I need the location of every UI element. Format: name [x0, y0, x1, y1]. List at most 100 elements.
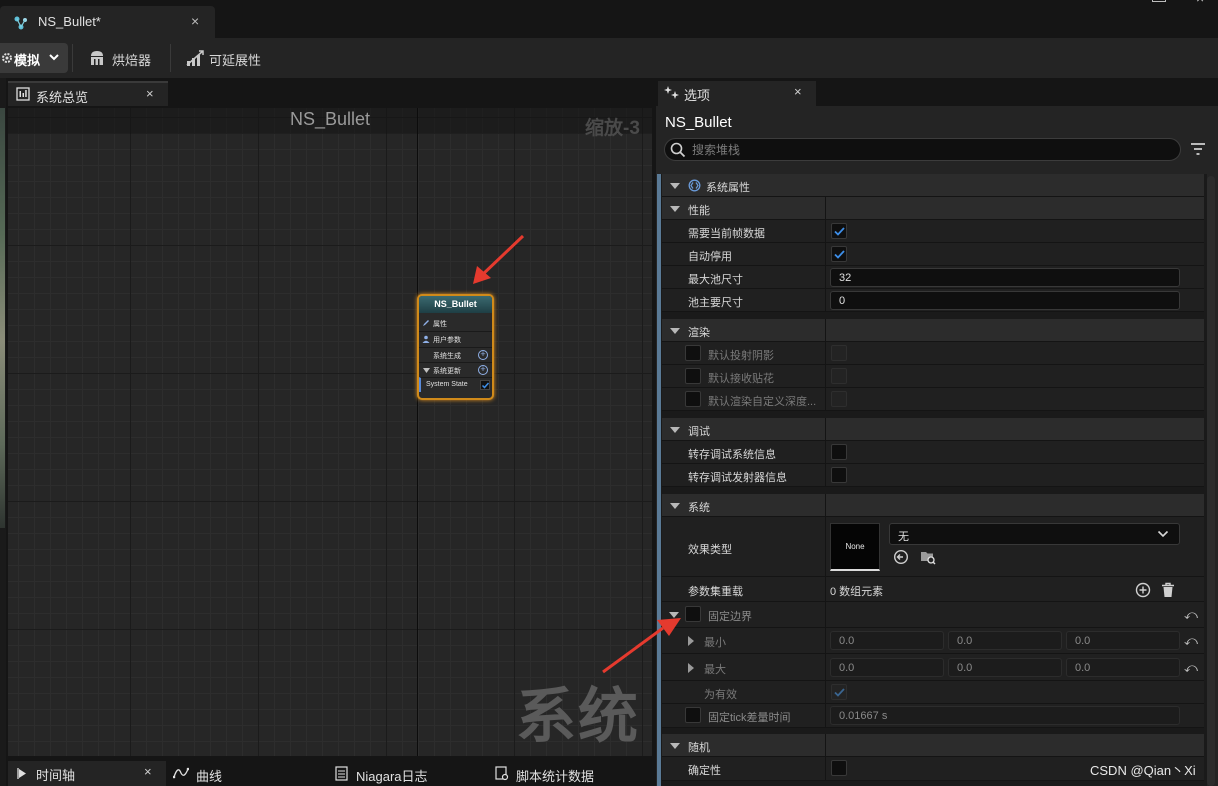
expand-triangle-icon[interactable]: [688, 663, 694, 673]
pool-prime-size-field[interactable]: 0: [830, 291, 1180, 310]
node-row-label: 用户参数: [433, 337, 461, 344]
browse-asset-icon[interactable]: [920, 549, 936, 565]
collapse-triangle-icon[interactable]: [670, 183, 680, 189]
node-row-system-state[interactable]: System State: [419, 377, 492, 392]
collapse-triangle-icon[interactable]: [670, 206, 680, 212]
max-pool-size-field[interactable]: 32: [830, 268, 1180, 287]
scalability-button[interactable]: 可延展性: [185, 48, 265, 68]
node-row-system-update[interactable]: 系统更新 +: [419, 362, 492, 377]
collapse-triangle-icon[interactable]: [670, 503, 680, 509]
tab-timeline[interactable]: 时间轴 ×: [8, 761, 166, 786]
category-label: 调试: [688, 426, 710, 438]
dump-system-info-checkbox[interactable]: [831, 444, 847, 460]
node-row-system-spawn[interactable]: 系统生成 +: [419, 347, 492, 362]
collapse-triangle-icon[interactable]: [670, 427, 680, 433]
category-system[interactable]: 系统: [662, 494, 1204, 517]
tab-niagara-log[interactable]: Niagara日志: [335, 764, 435, 784]
property-label: 最大池尺寸: [688, 274, 743, 286]
enabled-checkbox[interactable]: [480, 380, 490, 390]
reset-icon[interactable]: ⤺: [1184, 633, 1198, 649]
category-random[interactable]: 随机: [662, 734, 1204, 757]
collapse-triangle-icon[interactable]: [670, 743, 680, 749]
panel-title: NS_Bullet: [665, 114, 732, 131]
receive-decals-checkbox[interactable]: [831, 368, 847, 384]
effect-type-dropdown[interactable]: 无: [889, 523, 1180, 545]
add-module-icon[interactable]: +: [478, 365, 488, 375]
reset-icon[interactable]: ⤺: [1184, 660, 1198, 676]
reset-icon[interactable]: ⤺: [1184, 607, 1198, 623]
tab-script-stats[interactable]: 脚本统计数据: [495, 764, 605, 784]
min-x-field[interactable]: 0.0: [830, 631, 944, 650]
max-x-field[interactable]: 0.0: [830, 658, 944, 677]
property-row: 默认接收贴花: [662, 365, 1204, 388]
restore-window-icon[interactable]: [1152, 0, 1166, 2]
use-selected-icon[interactable]: [893, 549, 909, 565]
category-label: 渲染: [688, 327, 710, 339]
document-tab[interactable]: NS_Bullet* ×: [0, 6, 215, 38]
effect-type-thumbnail[interactable]: None: [830, 523, 880, 571]
min-z-field[interactable]: 0.0: [1066, 631, 1180, 650]
column-split: [825, 704, 826, 727]
override-checkbox[interactable]: [685, 391, 701, 407]
property-row: 最大 0.0 0.0 0.0 ⤺: [662, 654, 1204, 681]
category-performance[interactable]: 性能: [662, 197, 1204, 220]
cast-shadow-checkbox[interactable]: [831, 345, 847, 361]
node-row-user-params[interactable]: 用户参数: [419, 331, 492, 346]
fixed-bounds-override-checkbox[interactable]: [685, 606, 701, 622]
category-rendering[interactable]: 渲染: [662, 319, 1204, 342]
auto-deactivate-checkbox[interactable]: [831, 246, 847, 262]
column-split: [825, 602, 826, 627]
property-label: 自动停用: [688, 251, 732, 263]
column-split: [825, 388, 826, 410]
system-overview-graph[interactable]: [8, 108, 652, 756]
property-label: 固定tick差量时间: [708, 712, 791, 724]
filter-icon[interactable]: [1190, 142, 1206, 156]
add-module-icon[interactable]: +: [478, 350, 488, 360]
close-icon[interactable]: ×: [144, 764, 152, 779]
max-z-field[interactable]: 0.0: [1066, 658, 1180, 677]
graph-origin-line: [417, 108, 418, 756]
close-window-icon[interactable]: ×: [1196, 0, 1204, 6]
fixed-tick-override-checkbox[interactable]: [685, 707, 701, 723]
category-debug[interactable]: 调试: [662, 418, 1204, 441]
trash-icon[interactable]: [1161, 582, 1175, 598]
tab-system-overview[interactable]: 系统总览 ×: [8, 81, 168, 106]
require-frame-data-checkbox[interactable]: [831, 223, 847, 239]
render-custom-depth-checkbox[interactable]: [831, 391, 847, 407]
override-checkbox[interactable]: [685, 368, 701, 384]
section-label: 系统属性: [706, 182, 750, 194]
close-icon[interactable]: ×: [146, 86, 154, 101]
collapse-triangle-icon[interactable]: [670, 328, 680, 334]
simulate-button[interactable]: 模拟: [0, 43, 68, 73]
tab-label: 系统总览: [36, 90, 89, 105]
expand-triangle-icon[interactable]: [688, 636, 694, 646]
property-label: 最大: [704, 664, 726, 676]
scrollbar[interactable]: [1207, 176, 1215, 786]
search-input[interactable]: [692, 141, 1162, 158]
close-icon[interactable]: ×: [191, 13, 199, 29]
column-split: [825, 342, 826, 364]
max-y-field[interactable]: 0.0: [948, 658, 1062, 677]
dump-emitter-info-checkbox[interactable]: [831, 467, 847, 483]
override-checkbox[interactable]: [685, 345, 701, 361]
user-icon: [422, 335, 430, 343]
property-row: 为有效: [662, 681, 1204, 704]
viewport-preview: [0, 108, 5, 528]
tab-options[interactable]: 选项 ×: [658, 81, 816, 106]
is-valid-checkbox[interactable]: [831, 684, 847, 700]
search-box[interactable]: [664, 138, 1181, 161]
column-split: [825, 757, 826, 780]
tab-curves[interactable]: 曲线: [173, 764, 233, 784]
column-split: [825, 220, 826, 242]
fixed-tick-field[interactable]: 0.01667 s: [830, 706, 1180, 725]
baker-button[interactable]: 烘焙器: [88, 48, 154, 68]
section-system-properties[interactable]: 系统属性: [662, 174, 1204, 197]
add-element-icon[interactable]: [1135, 582, 1151, 598]
collapse-triangle-icon[interactable]: [423, 368, 430, 373]
determinism-checkbox[interactable]: [831, 760, 847, 776]
close-icon[interactable]: ×: [794, 84, 802, 99]
node-row-properties[interactable]: 属性: [419, 316, 492, 331]
tab-label: 选项: [684, 88, 711, 103]
property-label: 需要当前帧数据: [688, 228, 765, 240]
min-y-field[interactable]: 0.0: [948, 631, 1062, 650]
